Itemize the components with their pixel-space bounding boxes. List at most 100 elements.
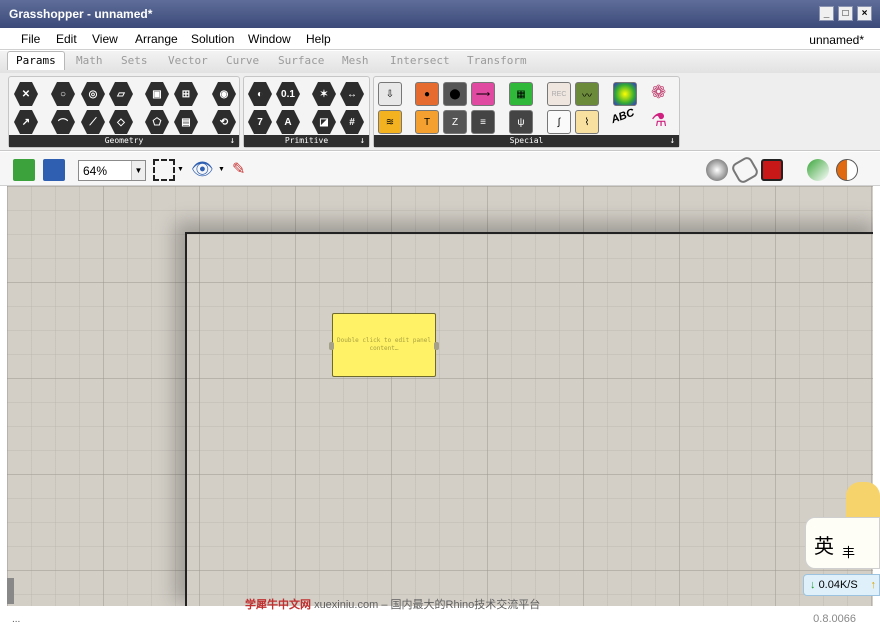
bezier-icon[interactable]: ∫ <box>547 110 571 134</box>
panel-expand-icon[interactable]: ↓ <box>360 135 365 147</box>
plane-param-icon[interactable]: ▱ <box>109 82 133 106</box>
geometry-panel-label[interactable]: Geometry ↓ <box>9 135 239 147</box>
material-icon[interactable]: ❁ <box>651 82 675 106</box>
menu-solution[interactable]: Solution <box>191 32 234 46</box>
document-name: unnamed* <box>809 33 864 47</box>
panel-component[interactable]: Double click to edit panel content… <box>329 313 439 377</box>
menu-edit[interactable]: Edit <box>56 32 77 46</box>
surface-param-icon[interactable]: ⬠ <box>145 110 169 134</box>
canvas-toolbar: 64% ▼ ▼ 👁 ▼ ✎ <box>0 152 880 186</box>
field-param-icon[interactable]: ◉ <box>212 82 236 106</box>
toggle-icon[interactable]: ⬤ <box>443 82 467 106</box>
menu-file[interactable]: File <box>21 32 40 46</box>
vector-param-icon[interactable]: ↗ <box>14 110 38 134</box>
chart-icon[interactable]: ⌇ <box>575 110 599 134</box>
point-param-icon[interactable]: ◇ <box>109 110 133 134</box>
panel-expand-icon[interactable]: ↓ <box>230 135 235 147</box>
tab-params[interactable]: Params <box>7 51 65 70</box>
domain-param-icon[interactable]: ✶ <box>312 82 336 106</box>
tab-surface[interactable]: Surface <box>278 54 324 67</box>
line-param-icon[interactable]: ⟋ <box>81 110 105 134</box>
box-param-icon[interactable]: ▣ <box>145 82 169 106</box>
geometry-param-icon[interactable]: ✕ <box>14 82 38 106</box>
string-param-icon[interactable]: A <box>276 110 300 134</box>
watermark-name: 学犀牛中文网 <box>245 599 311 611</box>
colour-swatch-icon[interactable]: ▦ <box>509 82 533 106</box>
tab-vector[interactable]: Vector <box>168 54 208 67</box>
preview-wireframe-icon[interactable] <box>729 154 761 186</box>
mesh-param-icon[interactable]: ⊞ <box>174 82 198 106</box>
chevron-down-icon[interactable]: ▼ <box>177 166 185 188</box>
circle-param-icon[interactable]: ○ <box>51 82 75 106</box>
zoom-combobox[interactable]: 64% ▼ <box>78 160 146 181</box>
gradient-icon[interactable]: ⟶ <box>471 82 495 106</box>
text-tag-icon[interactable]: ABC <box>610 107 641 138</box>
download-arrow-icon: ↓ <box>810 579 816 591</box>
list-icon[interactable]: ≡ <box>471 110 495 134</box>
output-grip-icon[interactable] <box>434 342 439 350</box>
open-folder-icon[interactable] <box>13 159 35 181</box>
graph-icon[interactable]: 〰 <box>575 82 599 106</box>
transform-param-icon[interactable]: ⟲ <box>212 110 236 134</box>
ime-extra: 丰 <box>842 545 856 560</box>
tree-icon[interactable]: ψ <box>509 110 533 134</box>
chevron-down-icon[interactable]: ▼ <box>131 161 145 180</box>
boolean-param-icon[interactable]: ◐ <box>248 82 272 106</box>
geometry-panel: ✕ ↗ ○ ⌒ ◎ ⟋ ▱ ◇ ▣ ⬠ ⊞ ▤ ◉ ⟲ Geometry ↓ <box>8 76 240 148</box>
menu-help[interactable]: Help <box>306 32 331 46</box>
close-button[interactable]: × <box>857 6 872 21</box>
save-icon[interactable] <box>43 159 65 181</box>
component-ribbon: ✕ ↗ ○ ⌒ ◎ ⟋ ▱ ◇ ▣ ⬠ ⊞ ▤ ◉ ⟲ Geometry ↓ ◐ … <box>0 73 880 151</box>
upload-arrow-icon: ↑ <box>870 579 877 591</box>
shader-param-icon[interactable]: ◪ <box>312 110 336 134</box>
preview-selected-icon[interactable] <box>761 159 783 181</box>
bake-icon[interactable] <box>807 159 829 181</box>
custom-preview-icon[interactable] <box>836 159 858 181</box>
zoom-value: 64% <box>83 164 108 178</box>
flask-icon[interactable]: ⚗ <box>651 110 675 134</box>
arc-param-icon[interactable]: ◎ <box>81 82 105 106</box>
network-speed: 0.04K/S <box>818 579 858 591</box>
grasshopper-canvas[interactable]: Double click to edit panel content… <box>7 186 873 606</box>
scrollbar-thumb[interactable] <box>7 578 14 604</box>
tab-sets[interactable]: Sets <box>121 54 148 67</box>
number-param-icon[interactable]: 0.1 <box>276 82 300 106</box>
menu-view[interactable]: View <box>92 32 118 46</box>
slider-icon[interactable]: ● <box>415 82 439 106</box>
matrix-param-icon[interactable]: # <box>340 110 364 134</box>
panel-expand-icon[interactable]: ↓ <box>670 135 675 147</box>
record-icon[interactable]: REC <box>547 82 571 106</box>
interval-param-icon[interactable]: ↔ <box>340 82 364 106</box>
integer-param-icon[interactable]: 7 <box>248 110 272 134</box>
menu-window[interactable]: Window <box>248 32 291 46</box>
colour-wheel-icon[interactable] <box>613 82 637 106</box>
eye-icon[interactable]: 👁 <box>191 159 214 181</box>
tab-math[interactable]: Math <box>76 54 103 67</box>
panel-content: Double click to edit panel content… <box>337 337 431 352</box>
curve-param-icon[interactable]: ⌒ <box>51 110 75 134</box>
scribble-icon[interactable]: Z <box>443 110 467 134</box>
ime-indicator[interactable]: 英 丰 <box>805 517 880 569</box>
menu-bar: File Edit View Arrange Solution Window H… <box>0 28 880 50</box>
special-panel-label[interactable]: Special ↓ <box>374 135 679 147</box>
panel-icon[interactable]: T <box>415 110 439 134</box>
minimize-button[interactable]: _ <box>819 6 834 21</box>
chevron-down-icon[interactable]: ▼ <box>218 166 226 188</box>
tab-transform[interactable]: Transform <box>467 54 527 67</box>
primitive-panel-label[interactable]: Primitive ↓ <box>244 135 369 147</box>
sketch-pen-icon[interactable]: ✎ <box>232 159 254 181</box>
brep-param-icon[interactable]: ▤ <box>174 110 198 134</box>
graph-mapper-icon[interactable]: ≋ <box>378 110 402 134</box>
input-grip-icon[interactable] <box>329 342 334 350</box>
tab-intersect[interactable]: Intersect <box>390 54 450 67</box>
zoom-extents-icon[interactable] <box>153 159 175 181</box>
menu-arrange[interactable]: Arrange <box>135 32 178 46</box>
special-panel: ⇩ ≋ ● T ⬤ Z ⟶ ≡ ▦ ψ REC ∫ 〰 ⌇ ABC ❁ ⚗ Sp… <box>373 76 680 148</box>
window-title: Grasshopper - unnamed* <box>9 7 153 21</box>
preview-shaded-icon[interactable] <box>706 159 728 181</box>
title-bar: Grasshopper - unnamed* _ □ × <box>0 0 880 28</box>
tab-curve[interactable]: Curve <box>226 54 259 67</box>
tab-mesh[interactable]: Mesh <box>342 54 369 67</box>
data-input-icon[interactable]: ⇩ <box>378 82 402 106</box>
maximize-button[interactable]: □ <box>838 6 853 21</box>
